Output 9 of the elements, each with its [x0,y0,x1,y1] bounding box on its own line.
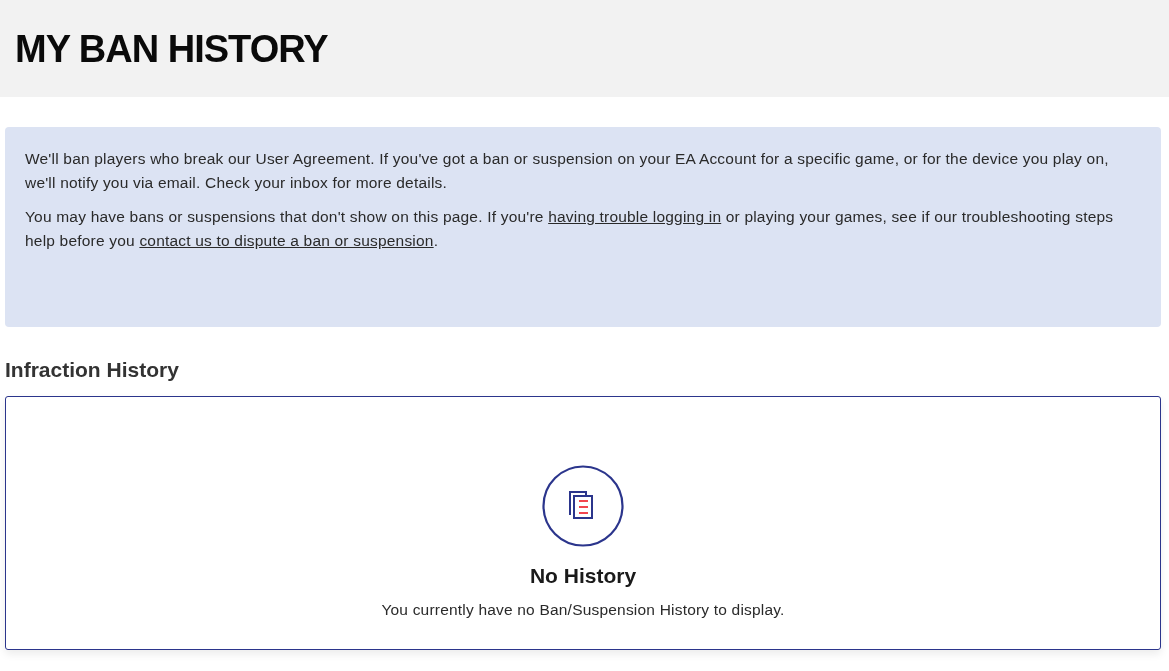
text-link[interactable]: contact us to dispute a ban or suspension [139,232,434,249]
page-title: MY BAN HISTORY [15,27,328,71]
info-paragraph: We'll ban players who break our User Agreement. If you've got a ban or suspension on your EA Account for a specific game, or for the device you play on, we'll notify you via email. Check your inbox for more details. [25,149,1110,193]
empty-state-message: You currently have no Ban/Suspension History to display. [381,600,785,620]
section-heading: Infraction History [5,357,179,383]
empty-state-title: No History [529,563,637,589]
documents-icon [542,465,624,547]
text-link[interactable]: having trouble logging in [548,208,722,225]
info-paragraph: You may have bans or suspensions that don't show on this page. If you're having trouble logging in or playing your games, see if our troubleshooting steps help before you contact us to dispute a ban or suspension. [25,207,1115,251]
